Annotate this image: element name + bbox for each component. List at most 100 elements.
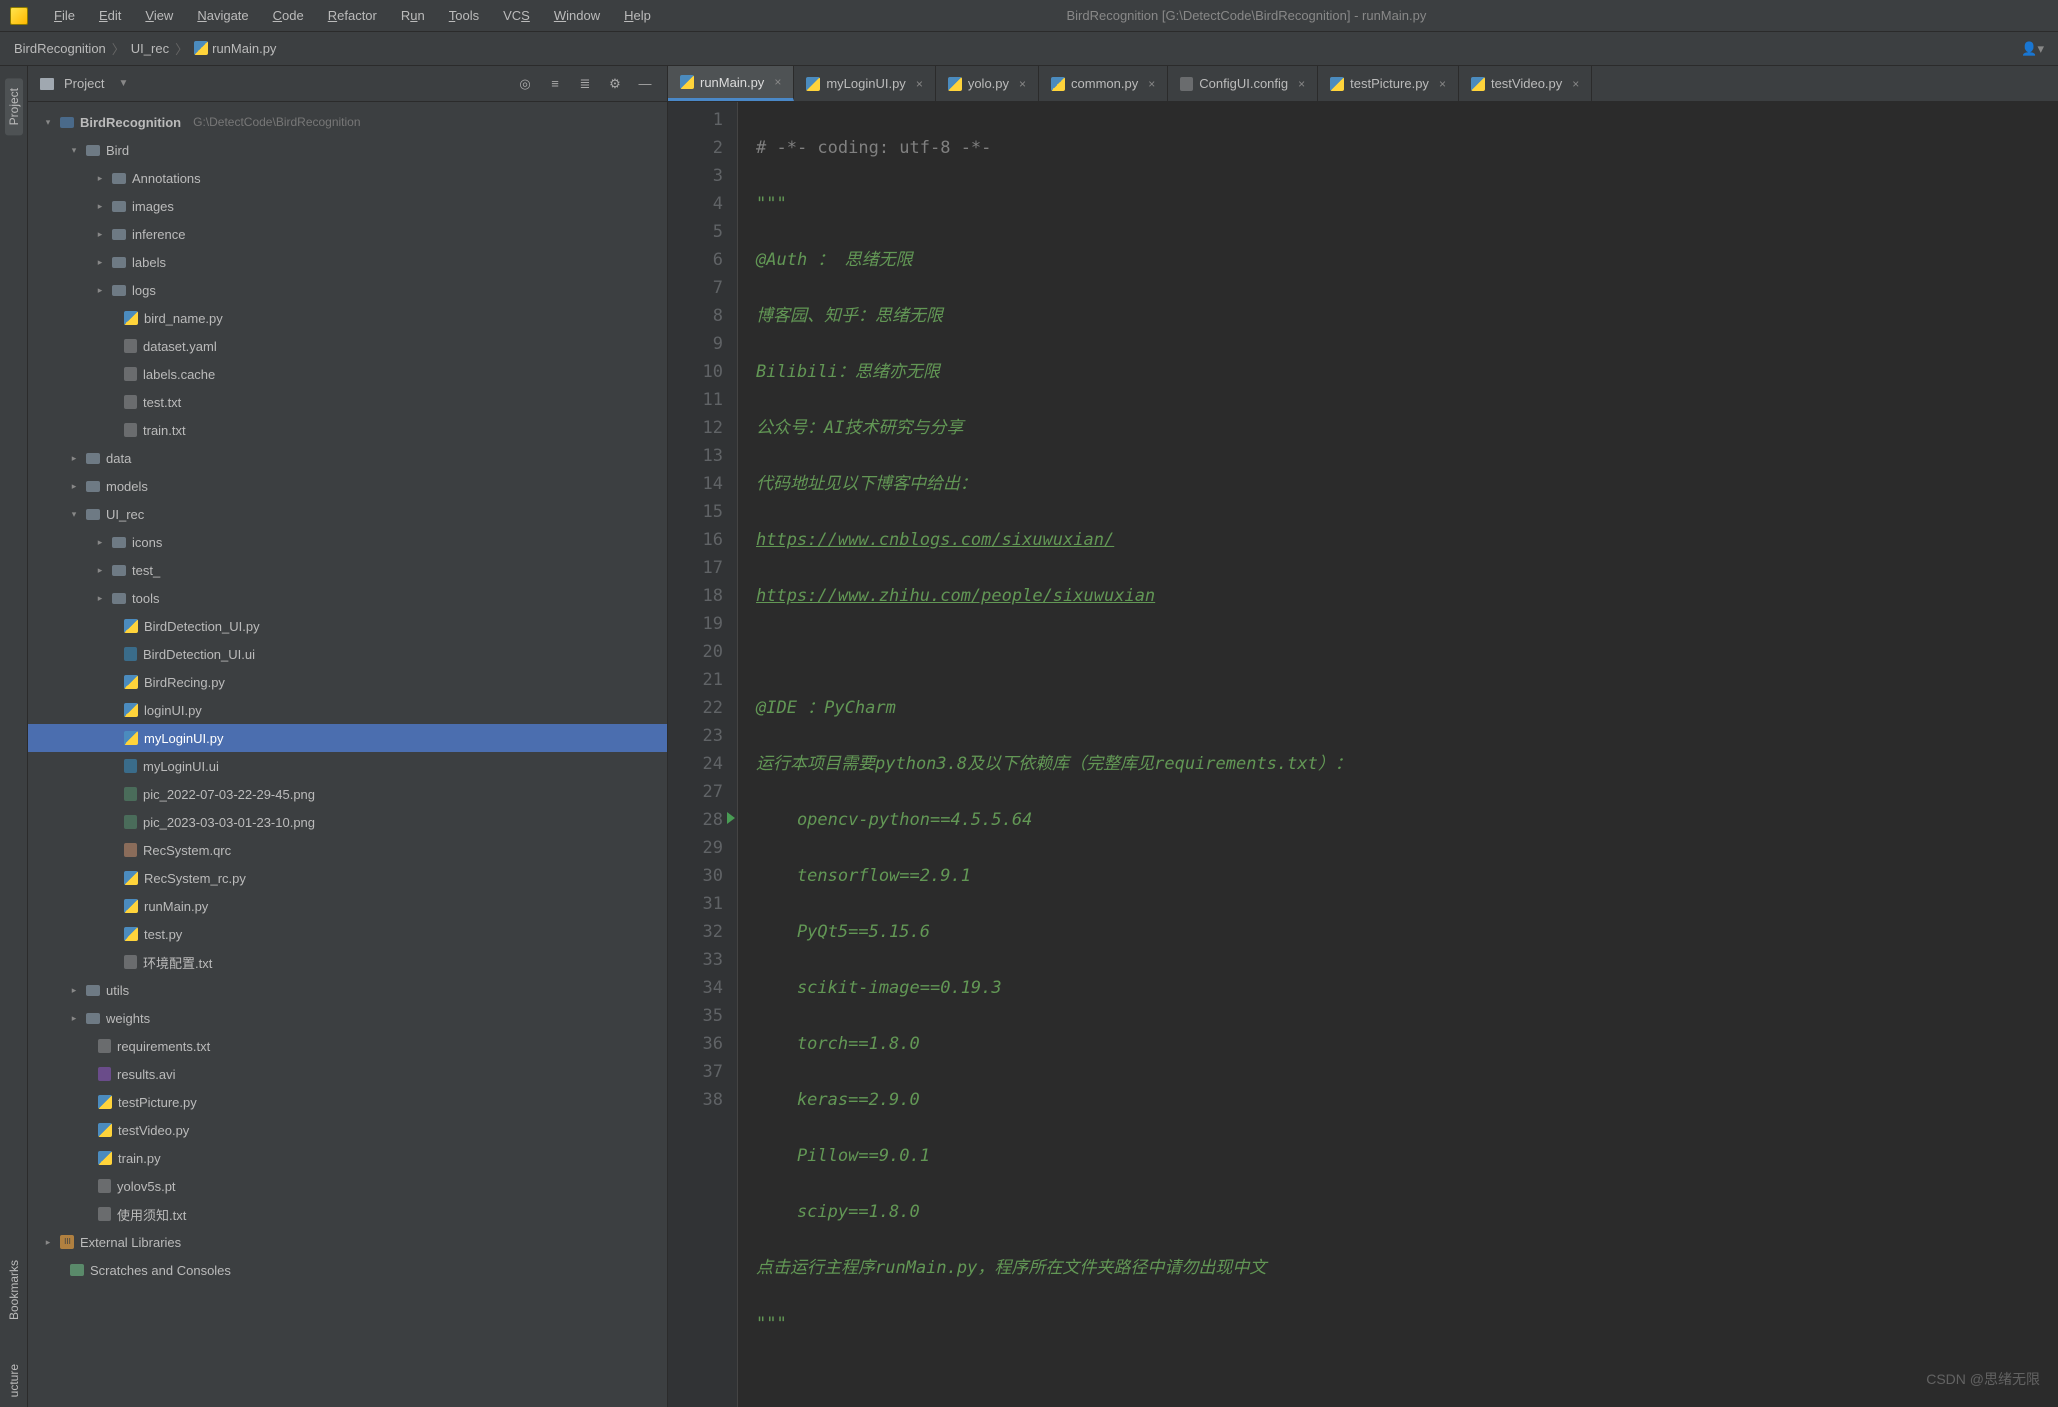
tree-file[interactable]: RecSystem.qrc — [28, 836, 667, 864]
tree-file[interactable]: 环境配置.txt — [28, 948, 667, 976]
tab-configui[interactable]: ConfigUI.config× — [1168, 66, 1318, 101]
close-icon[interactable]: × — [1015, 77, 1026, 91]
tree-folder-icons[interactable]: ▸icons — [28, 528, 667, 556]
rail-tab-project[interactable]: Project — [5, 78, 23, 135]
tree-file[interactable]: train.py — [28, 1144, 667, 1172]
folder-icon — [60, 117, 74, 128]
tree-file[interactable]: yolov5s.pt — [28, 1172, 667, 1200]
tree-folder-utils[interactable]: ▸utils — [28, 976, 667, 1004]
breadcrumb-root[interactable]: BirdRecognition — [14, 41, 106, 56]
menu-help[interactable]: Help — [614, 4, 661, 27]
menu-file[interactable]: FFileile — [44, 4, 85, 27]
tree-file[interactable]: pic_2023-03-03-01-23-10.png — [28, 808, 667, 836]
locate-icon[interactable]: ◎ — [515, 74, 535, 94]
python-icon — [98, 1151, 112, 1165]
tree-file[interactable]: train.txt — [28, 416, 667, 444]
tree-folder-labels[interactable]: ▸labels — [28, 248, 667, 276]
menu-window[interactable]: Window — [544, 4, 610, 27]
python-icon — [124, 927, 138, 941]
rail-tab-structure[interactable]: ucture — [5, 1354, 23, 1407]
close-icon[interactable]: × — [1144, 77, 1155, 91]
close-icon[interactable]: × — [912, 77, 923, 91]
tree-folder-annotations[interactable]: ▸Annotations — [28, 164, 667, 192]
tree-folder-logs[interactable]: ▸logs — [28, 276, 667, 304]
close-icon[interactable]: × — [1435, 77, 1446, 91]
tree-folder-tools[interactable]: ▸tools — [28, 584, 667, 612]
tree-file[interactable]: test.py — [28, 920, 667, 948]
code-editor[interactable]: 1234567891011121314151617181920212223242… — [668, 102, 2058, 1407]
tree-file[interactable]: loginUI.py — [28, 696, 667, 724]
tab-myloginui[interactable]: myLoginUI.py× — [794, 66, 936, 101]
tree-folder-inference[interactable]: ▸inference — [28, 220, 667, 248]
tree-file[interactable]: BirdDetection_UI.ui — [28, 640, 667, 668]
video-icon — [98, 1067, 111, 1081]
project-panel: Project ▼ ◎ ≡ ≣ ⚙ — ▾BirdRecognitionG:\D… — [28, 66, 668, 1407]
tree-folder-uirec[interactable]: ▾UI_rec — [28, 500, 667, 528]
tree-file[interactable]: dataset.yaml — [28, 332, 667, 360]
breadcrumb-file[interactable]: runMain.py — [194, 41, 276, 56]
tree-file[interactable]: RecSystem_rc.py — [28, 864, 667, 892]
run-triangle-icon[interactable] — [727, 812, 735, 824]
tree-file[interactable]: test.txt — [28, 388, 667, 416]
close-icon[interactable]: × — [770, 75, 781, 89]
user-icon[interactable]: 👤▾ — [2021, 41, 2044, 57]
collapse-all-icon[interactable]: ≣ — [575, 74, 595, 94]
tree-scratches[interactable]: Scratches and Consoles — [28, 1256, 667, 1284]
project-tree[interactable]: ▾BirdRecognitionG:\DetectCode\BirdRecogn… — [28, 102, 667, 1407]
tree-folder-data[interactable]: ▸data — [28, 444, 667, 472]
python-icon — [98, 1095, 112, 1109]
tree-file[interactable]: myLoginUI.ui — [28, 752, 667, 780]
breadcrumb-folder[interactable]: UI_rec — [131, 41, 169, 56]
editor-tab-bar: runMain.py× myLoginUI.py× yolo.py× commo… — [668, 66, 2058, 102]
folder-icon — [86, 1013, 100, 1024]
tree-folder-images[interactable]: ▸images — [28, 192, 667, 220]
menu-edit[interactable]: Edit — [89, 4, 131, 27]
rail-tab-bookmarks[interactable]: Bookmarks — [5, 1250, 23, 1330]
close-icon[interactable]: × — [1294, 77, 1305, 91]
project-panel-label[interactable]: Project — [64, 76, 104, 91]
folder-icon — [112, 229, 126, 240]
tree-folder-weights[interactable]: ▸weights — [28, 1004, 667, 1032]
menubar: FFileile Edit View Navigate Code Refacto… — [0, 0, 2058, 32]
menu-view[interactable]: View — [135, 4, 183, 27]
settings-icon[interactable]: ⚙ — [605, 74, 625, 94]
tree-file[interactable]: testPicture.py — [28, 1088, 667, 1116]
tree-file[interactable]: BirdRecing.py — [28, 668, 667, 696]
code-content[interactable]: # -*- coding: utf-8 -*- """ @Auth ： 思绪无限… — [738, 102, 2058, 1407]
tree-file[interactable]: results.avi — [28, 1060, 667, 1088]
tree-file-selected[interactable]: myLoginUI.py — [28, 724, 667, 752]
watermark: CSDN @思绪无限 — [1926, 1369, 2040, 1389]
tree-folder-test[interactable]: ▸test_ — [28, 556, 667, 584]
menu-vcs[interactable]: VCS — [493, 4, 540, 27]
tree-file[interactable]: labels.cache — [28, 360, 667, 388]
chevron-down-icon[interactable]: ▼ — [118, 78, 128, 89]
tab-testpicture[interactable]: testPicture.py× — [1318, 66, 1459, 101]
tree-root[interactable]: ▾BirdRecognitionG:\DetectCode\BirdRecogn… — [28, 108, 667, 136]
tree-external-libraries[interactable]: ▸External Libraries — [28, 1228, 667, 1256]
line-gutter[interactable]: 1234567891011121314151617181920212223242… — [668, 102, 738, 1407]
folder-icon — [86, 481, 100, 492]
tree-file[interactable]: 使用须知.txt — [28, 1200, 667, 1228]
tree-file[interactable]: bird_name.py — [28, 304, 667, 332]
menu-code[interactable]: Code — [263, 4, 314, 27]
tree-file[interactable]: runMain.py — [28, 892, 667, 920]
menu-tools[interactable]: Tools — [439, 4, 489, 27]
tree-file[interactable]: pic_2022-07-03-22-29-45.png — [28, 780, 667, 808]
chevron-right-icon: 〉 — [175, 39, 188, 58]
tree-folder-bird[interactable]: ▾Bird — [28, 136, 667, 164]
hide-icon[interactable]: — — [635, 74, 655, 94]
close-icon[interactable]: × — [1568, 77, 1579, 91]
tab-testvideo[interactable]: testVideo.py× — [1459, 66, 1592, 101]
image-icon — [124, 815, 137, 829]
tree-folder-models[interactable]: ▸models — [28, 472, 667, 500]
tree-file[interactable]: BirdDetection_UI.py — [28, 612, 667, 640]
tree-file[interactable]: testVideo.py — [28, 1116, 667, 1144]
expand-all-icon[interactable]: ≡ — [545, 74, 565, 94]
tab-yolo[interactable]: yolo.py× — [936, 66, 1039, 101]
menu-run[interactable]: Run — [391, 4, 435, 27]
menu-refactor[interactable]: Refactor — [318, 4, 387, 27]
tree-file[interactable]: requirements.txt — [28, 1032, 667, 1060]
menu-navigate[interactable]: Navigate — [187, 4, 258, 27]
tab-common[interactable]: common.py× — [1039, 66, 1168, 101]
tab-runmain[interactable]: runMain.py× — [668, 66, 794, 101]
